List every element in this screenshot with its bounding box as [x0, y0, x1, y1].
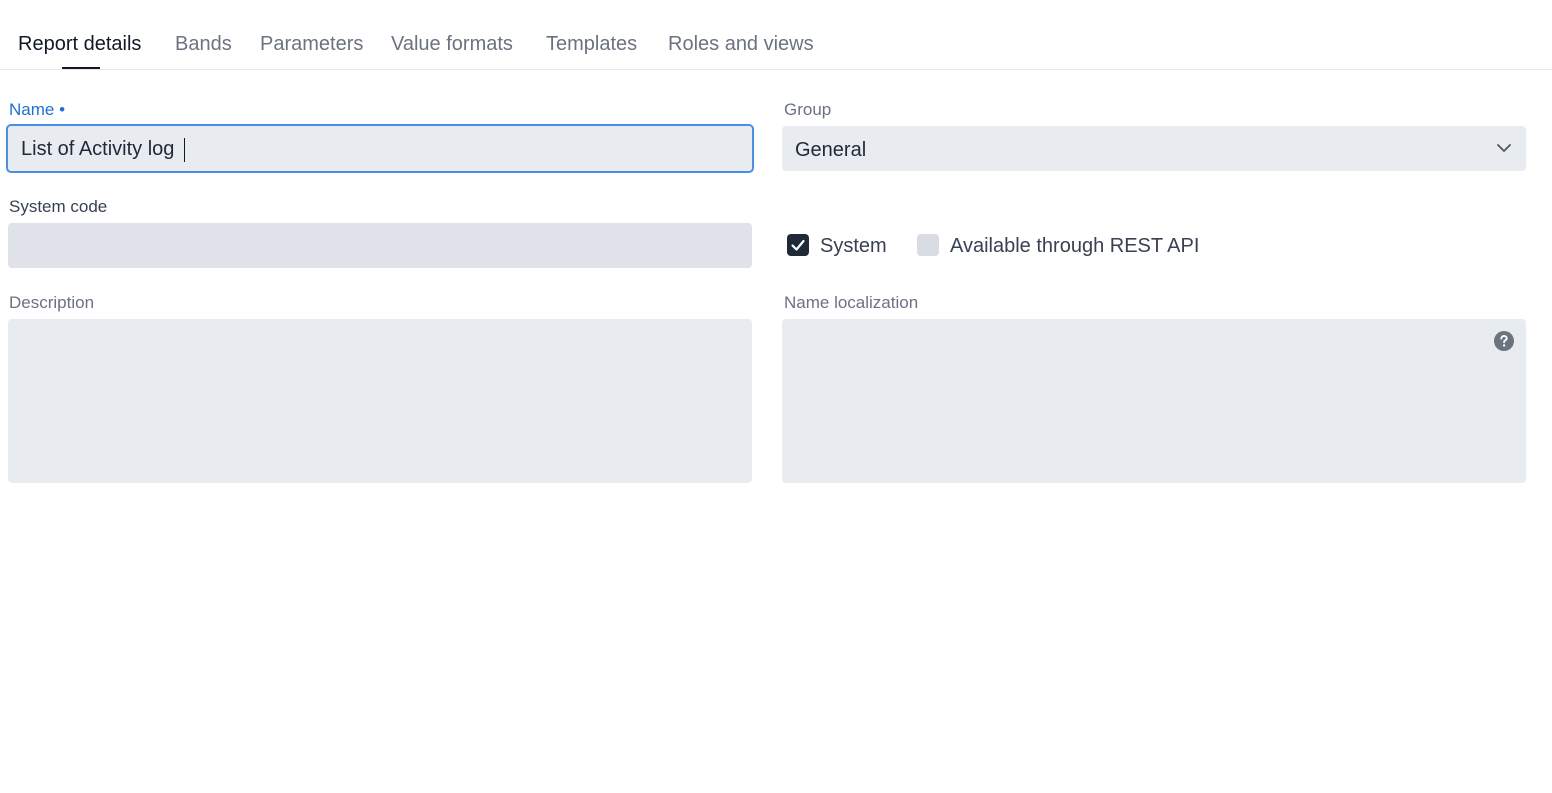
system-code-label: System code	[9, 197, 108, 216]
description-textarea[interactable]	[8, 319, 752, 483]
description-label: Description	[9, 293, 95, 312]
name-input-value: List of Activity log	[21, 138, 175, 160]
name-input[interactable]: List of Activity log	[6, 124, 754, 173]
name-localization-textarea[interactable]	[782, 319, 1526, 483]
system-checkbox[interactable]	[787, 234, 809, 256]
rest-api-checkbox[interactable]	[917, 234, 939, 256]
system-code-input[interactable]	[8, 223, 752, 268]
active-tab-indicator	[62, 67, 100, 69]
tab-value-formats[interactable]: Value formats	[391, 30, 513, 58]
check-icon	[791, 239, 805, 251]
help-circle-icon[interactable]	[1494, 331, 1514, 351]
rest-api-checkbox-label[interactable]: Available through REST API	[950, 233, 1199, 259]
group-select[interactable]: General	[782, 126, 1526, 171]
tab-parameters[interactable]: Parameters	[260, 30, 363, 58]
tab-report-details[interactable]: Report details	[18, 30, 141, 58]
name-label: Name •	[9, 100, 66, 119]
tab-roles-and-views[interactable]: Roles and views	[668, 30, 814, 58]
text-caret	[184, 138, 185, 162]
chevron-down-icon	[1497, 144, 1511, 152]
tab-bands[interactable]: Bands	[175, 30, 232, 58]
group-select-value: General	[795, 139, 867, 161]
system-checkbox-label[interactable]: System	[820, 233, 887, 259]
tab-templates[interactable]: Templates	[546, 30, 637, 58]
name-localization-label: Name localization	[784, 293, 919, 312]
tab-bar: Report details Bands Parameters Value fo…	[0, 0, 1552, 70]
group-label: Group	[784, 100, 832, 119]
